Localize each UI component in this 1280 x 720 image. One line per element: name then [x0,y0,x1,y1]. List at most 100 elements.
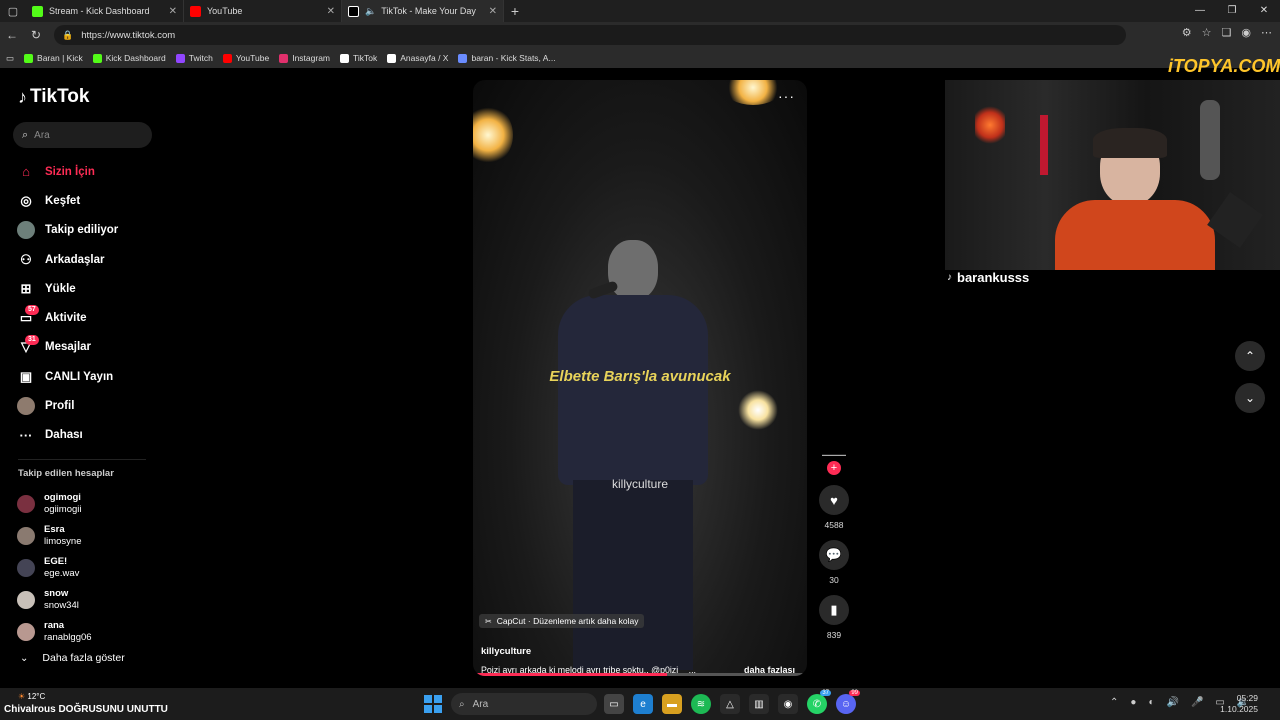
chevron-up-icon: ⌃ [1244,349,1256,363]
browser-tab-bar: ▢ Stream - Kick Dashboard ✕ YouTube ✕ 🔈 … [0,0,1280,22]
network-icon[interactable]: ● [1130,697,1136,708]
sidebar-divider [18,459,146,460]
tiktok-note-icon: ♪ [18,86,27,107]
video-progress-bar[interactable] [473,673,807,676]
following-item[interactable]: EGE! ege.wav [17,552,92,584]
streamer-handle: barankusss [957,270,1030,285]
bookmark-instagram[interactable]: Instagram [279,53,330,63]
bookmark-kick-stats[interactable]: baran - Kick Stats, A... [458,53,556,63]
whatsapp-icon[interactable]: ✆ 37 [807,690,831,714]
nav-label: Sizin İçin [45,165,95,178]
close-tab-icon[interactable]: ✕ [489,6,497,17]
reload-icon[interactable]: ↻ [24,28,48,42]
tab-tiktok[interactable]: 🔈 TikTok - Make Your Day ✕ [342,0,504,22]
bookmark-youtube[interactable]: YouTube [222,53,269,63]
video-player[interactable]: Elbette Barış'la avunucak killyculture ·… [473,80,807,676]
nav-item-more[interactable]: ··· Dahası [17,421,118,450]
window-close-icon[interactable]: ✕ [1248,0,1280,22]
collections-icon[interactable]: ❏ [1222,26,1232,39]
back-icon[interactable]: ← [0,28,24,42]
nav-label: Yükle [45,282,76,295]
nav-item-following[interactable]: Takip ediliyor [17,216,118,245]
menu-icon[interactable]: ⋯ [1261,26,1272,39]
search-input[interactable]: ⌕ Ara [13,122,152,148]
microphone-icon[interactable]: 🎤 [1191,697,1203,708]
close-tab-icon[interactable]: ✕ [169,6,177,17]
bookmark-tiktok[interactable]: TikTok [340,53,377,63]
taskbar-search[interactable]: ⌕ Ara [451,693,597,715]
stage-light [738,390,778,430]
nav-item-messages[interactable]: ▽ 31 Mesajlar [17,333,118,362]
extensions-icon[interactable]: ⚙ [1182,26,1192,39]
windows-start-icon[interactable] [424,695,442,713]
save-button[interactable]: ▮ [819,595,849,625]
nav-item-friends[interactable]: ⚇ Arkadaşlar [17,245,118,274]
bookmark-baran-kick[interactable]: Baran | Kick [24,53,83,63]
save-count: 839 [826,630,842,640]
restore-icon[interactable]: ❐ [1216,0,1248,22]
bookmark-x[interactable]: Anasayfa / X [387,53,448,63]
nav-item-profile[interactable]: Profil [17,391,118,420]
nav-item-activity[interactable]: ▭ 57 Aktivite [17,303,118,332]
lock-icon: 🔒 [62,29,74,40]
streamer-jersey [1055,200,1215,270]
tab-actions-icon[interactable]: ▢ [0,0,26,22]
follow-plus-button[interactable]: + [827,461,841,475]
capcut-tag[interactable]: ✂ CapCut · Düzenleme artık daha kolay [479,614,645,628]
logo-text: TikTok [30,86,90,107]
home-icon: ⌂ [22,164,30,180]
nav-item-explore[interactable]: ◎ Keşfet [17,186,118,215]
tiktok-icon: ♪ [947,272,952,283]
speaker-icon[interactable]: 🔈 [365,6,376,17]
obs-icon[interactable]: ◉ [778,694,798,714]
youtube-icon [222,53,232,63]
file-explorer-icon[interactable]: ▬ [662,694,682,714]
apps-icon[interactable]: ▭ [6,53,14,64]
video-author[interactable]: killyculture [481,646,531,657]
volume-icon[interactable]: 🔊 [1166,697,1178,708]
nav-item-upload[interactable]: ⊞ Yükle [17,274,118,303]
app-tray-icon[interactable]: ◐ [1148,697,1154,708]
close-tab-icon[interactable]: ✕ [327,6,335,17]
favorites-icon[interactable]: ☆ [1202,26,1212,39]
clock-date: 1.10.2025 [1220,704,1258,714]
new-tab-button[interactable]: + [504,3,526,19]
tray-overflow-icon[interactable]: ⌃ [1110,697,1118,708]
app-icon[interactable]: ▥ [749,694,769,714]
profile-icon[interactable]: ◉ [1241,26,1251,39]
tiktok-icon [348,5,359,17]
previous-video-button[interactable]: ⌃ [1235,341,1265,371]
next-video-button[interactable]: ⌄ [1235,383,1265,413]
following-handle: snow34l [44,600,79,611]
comment-button[interactable]: 💬 [819,540,849,570]
task-view-icon[interactable]: ▭ [604,694,624,714]
stats-icon [458,53,468,63]
video-options-icon[interactable]: ··· [778,88,795,104]
nav-item-for-you[interactable]: ⌂ Sizin İçin [17,157,118,186]
tab-kick-dashboard[interactable]: Stream - Kick Dashboard ✕ [26,0,184,22]
following-item[interactable]: Esra limosyne [17,520,92,552]
tab-youtube[interactable]: YouTube ✕ [184,0,342,22]
tiktok-logo[interactable]: ♪ TikTok [18,86,89,108]
comment-icon: 💬 [825,547,843,562]
bookmark-kick-dashboard[interactable]: Kick Dashboard [92,53,166,63]
following-item[interactable]: ogimogi ogiimogii [17,488,92,520]
like-button[interactable]: ♥ [819,485,849,515]
bookmark-label: Anasayfa / X [400,53,449,63]
clock-time: 05:29 [1236,693,1258,703]
following-item[interactable]: snow snow34l [17,584,92,616]
nav-item-live[interactable]: ▣ CANLI Yayın [17,362,118,391]
weather-widget[interactable]: ☀ 12°C [18,692,45,701]
app-icon[interactable]: △ [720,694,740,714]
show-more-button[interactable]: ⌄ Daha fazla göster [20,652,125,664]
kick-icon [32,5,43,17]
url-field[interactable]: 🔒 https://www.tiktok.com [54,25,1126,45]
bookmark-twitch[interactable]: Twitch [175,53,213,63]
creator-avatar[interactable]: ▬▬▬▬▬▬ [818,452,850,457]
minimize-icon[interactable]: — [1184,0,1216,22]
discord-icon[interactable]: ☺ 99 [836,690,860,714]
spotify-icon[interactable]: ≋ [691,694,711,714]
edge-icon[interactable]: e [633,694,653,714]
clock[interactable]: 05:29 1.10.2025 [1220,693,1258,715]
following-item[interactable]: rana ranablgg06 [17,616,92,648]
